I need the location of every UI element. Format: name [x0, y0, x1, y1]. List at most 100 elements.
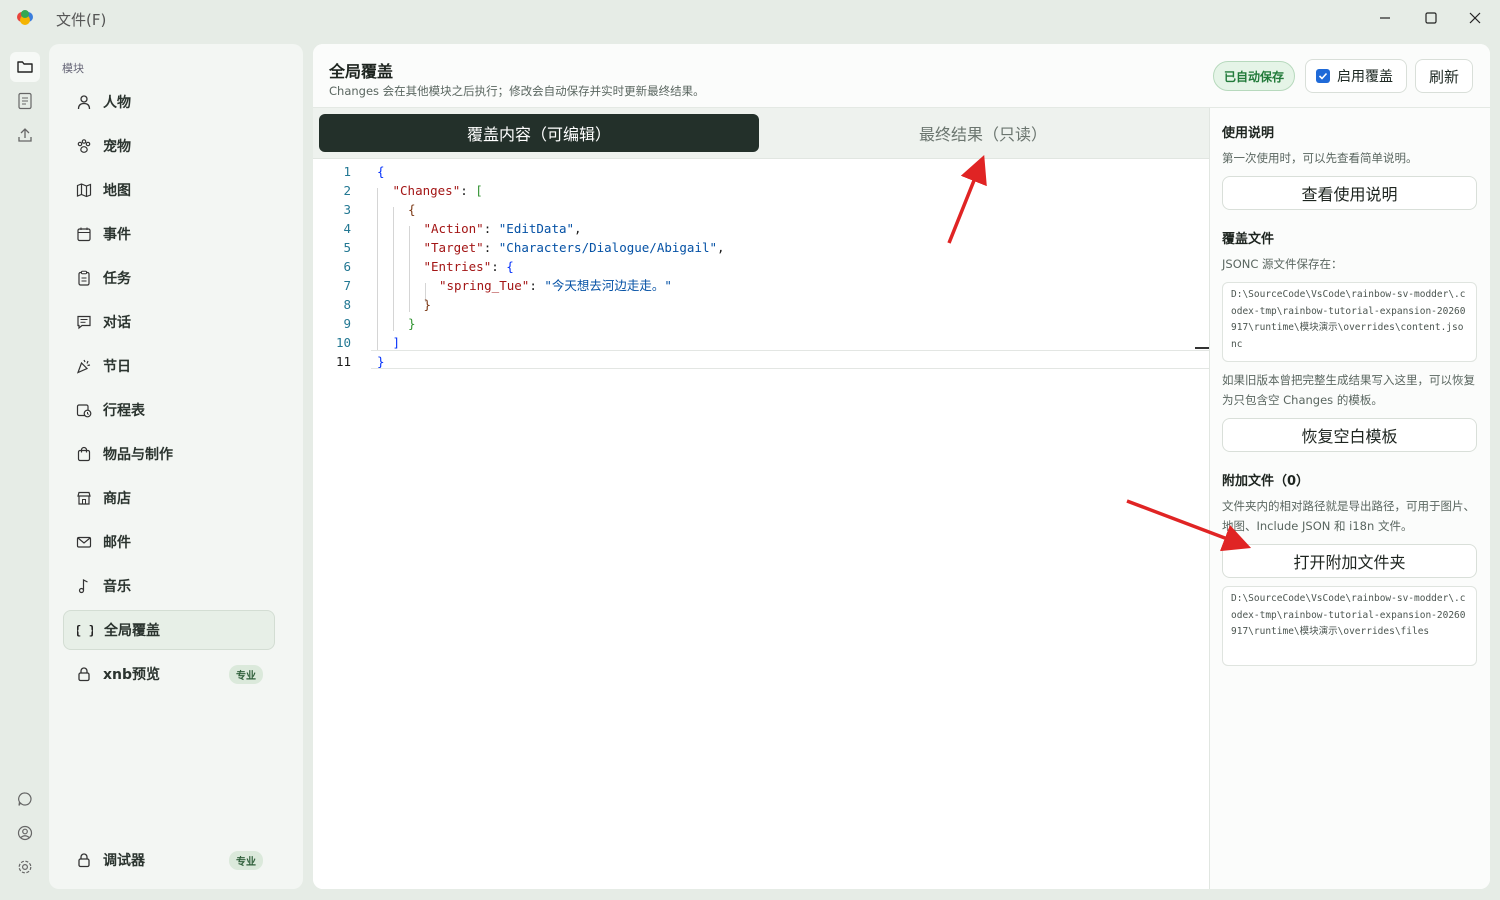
lock-icon [75, 851, 93, 869]
code-text: { [377, 164, 385, 179]
pro-badge: 专业 [229, 850, 263, 870]
sidebar-item-7[interactable]: 节日 [63, 346, 275, 386]
chat-icon [18, 792, 32, 806]
line-number: 6 [343, 259, 351, 274]
code-line[interactable]: 8} [313, 295, 1209, 314]
minimize-icon [1380, 17, 1390, 19]
code-editor[interactable]: 1{2 "Changes": [3{4 "Action": "EditData", 5… [313, 160, 1209, 889]
close-button[interactable] [1452, 4, 1498, 32]
store-icon [75, 489, 93, 507]
code-text: "Action": "EditData", [423, 221, 582, 236]
code-line[interactable]: 6 "Entries": { [313, 257, 1209, 276]
code-line[interactable]: 3{ [313, 200, 1209, 219]
view-tabs: 覆盖内容（可编辑） 最终结果（只读） [313, 108, 1209, 159]
gear-icon [18, 860, 32, 874]
sidebar-item-label: 节日 [103, 359, 131, 375]
sidebar-title: 模块 [62, 62, 84, 75]
sidebar-item-9[interactable]: 物品与制作 [63, 434, 275, 474]
sidebar-item-debugger[interactable]: 调试器 专业 [63, 840, 275, 880]
code-text: } [408, 316, 416, 331]
sidebar-item-6[interactable]: 对话 [63, 302, 275, 342]
tab-final-result[interactable]: 最终结果（只读） [763, 114, 1203, 152]
code-line[interactable]: 1{ [313, 162, 1209, 181]
sidebar-item-label: 商店 [103, 491, 131, 507]
enable-override-checkbox[interactable]: 启用覆盖 [1305, 59, 1407, 93]
sidebar-item-label: 任务 [103, 271, 131, 287]
sidebar-item-14[interactable]: xnb预览 专业 [63, 654, 275, 694]
schedule-icon [75, 401, 93, 419]
document-icon [18, 92, 32, 110]
restore-text: 如果旧版本曾把完整生成结果写入这里，可以恢复为只包含空 Changes 的模板。 [1222, 373, 1475, 407]
code-text: ] [392, 335, 401, 350]
braces-icon: { } [76, 621, 94, 639]
usage-title: 使用说明 [1222, 126, 1275, 141]
bag-icon [75, 445, 93, 463]
sidebar-item-label: 地图 [103, 183, 131, 199]
line-number: 7 [343, 278, 351, 293]
override-file-path: D:\SourceCode\VsCode\rainbow-sv-modder\.… [1222, 282, 1477, 362]
sidebar-item-5[interactable]: 任务 [63, 258, 275, 298]
code-line[interactable]: 5 "Target": "Characters/Dialogue/Abigail"… [313, 238, 1209, 257]
line-number: 8 [343, 297, 351, 312]
refresh-button[interactable]: 刷新 [1415, 59, 1473, 93]
sidebar-item-2[interactable]: 宠物 [63, 126, 275, 166]
user-circle-icon [17, 825, 33, 841]
sidebar-item-4[interactable]: 事件 [63, 214, 275, 254]
sidebar-item-12[interactable]: 音乐 [63, 566, 275, 606]
code-line[interactable]: 10] [313, 333, 1209, 352]
line-number: 11 [335, 354, 351, 369]
override-file-title: 覆盖文件 [1222, 232, 1275, 247]
code-line[interactable]: 2 "Changes": [ [313, 181, 1209, 200]
folder-icon [17, 61, 33, 73]
module-sidebar: 模块 人物宠物地图事件任务对话节日行程表物品与制作商店邮件音乐 { } 全局覆盖 xn… [49, 44, 303, 889]
code-line[interactable]: 4 "Action": "EditData", [313, 219, 1209, 238]
sidebar-item-13[interactable]: { } 全局覆盖 [63, 610, 275, 650]
sidebar-item-label: 音乐 [103, 579, 131, 595]
sidebar-item-8[interactable]: 行程表 [63, 390, 275, 430]
code-line[interactable]: 7 "spring_Tue": "今天想去河边走走。" [313, 276, 1209, 295]
map-icon [75, 181, 93, 199]
rail-upload-button[interactable] [13, 123, 37, 147]
open-attach-folder-button[interactable]: 打开附加文件夹 [1222, 544, 1477, 578]
maximize-button[interactable] [1408, 4, 1454, 32]
restore-template-button[interactable]: 恢复空白模板 [1222, 418, 1477, 452]
calendar-icon [75, 225, 93, 243]
rail-document-button[interactable] [13, 89, 37, 113]
code-text: "spring_Tue": "今天想去河边走走。" [439, 278, 672, 293]
line-number: 5 [343, 240, 351, 255]
pro-badge: 专业 [229, 664, 263, 684]
rail-account-button[interactable] [13, 821, 37, 845]
code-text: "Target": "Characters/Dialogue/Abigail", [423, 240, 725, 255]
minimize-button[interactable] [1362, 4, 1408, 32]
usage-text: 第一次使用时，可以先查看简单说明。 [1222, 151, 1418, 165]
mail-icon [75, 533, 93, 551]
attach-files-text: 文件夹内的相对路径就是导出路径，可用于图片、地图、Include JSON 和 … [1222, 499, 1475, 533]
attach-folder-path: D:\SourceCode\VsCode\rainbow-sv-modder\.… [1222, 586, 1477, 666]
sidebar-item-label: 事件 [103, 227, 131, 243]
sidebar-item-11[interactable]: 邮件 [63, 522, 275, 562]
file-menu[interactable]: 文件(F) [56, 9, 106, 30]
code-line[interactable]: 11} [313, 352, 1209, 371]
line-number: 1 [343, 164, 351, 179]
code-line[interactable]: 9} [313, 314, 1209, 333]
rail-settings-button[interactable] [13, 855, 37, 879]
line-number: 10 [335, 335, 351, 350]
code-text: } [377, 354, 385, 369]
person-icon [75, 93, 93, 111]
sidebar-item-1[interactable]: 人物 [63, 82, 275, 122]
attach-files-title: 附加文件（0） [1222, 474, 1310, 489]
rail-folder-button[interactable] [10, 52, 40, 82]
sidebar-item-label: xnb预览 [103, 667, 161, 683]
view-usage-button[interactable]: 查看使用说明 [1222, 176, 1477, 210]
tab-editable-content[interactable]: 覆盖内容（可编辑） [319, 114, 759, 152]
sidebar-item-label: 物品与制作 [103, 447, 173, 463]
editor-scroll-marker [1195, 347, 1209, 349]
autosave-status-badge: 已自动保存 [1213, 61, 1296, 91]
sidebar-item-label: 调试器 [103, 853, 145, 869]
rail-chat-button[interactable] [13, 787, 37, 811]
sidebar-item-3[interactable]: 地图 [63, 170, 275, 210]
close-icon [1469, 12, 1481, 24]
page-title: 全局覆盖 [329, 62, 394, 81]
sidebar-item-10[interactable]: 商店 [63, 478, 275, 518]
message-icon [75, 313, 93, 331]
